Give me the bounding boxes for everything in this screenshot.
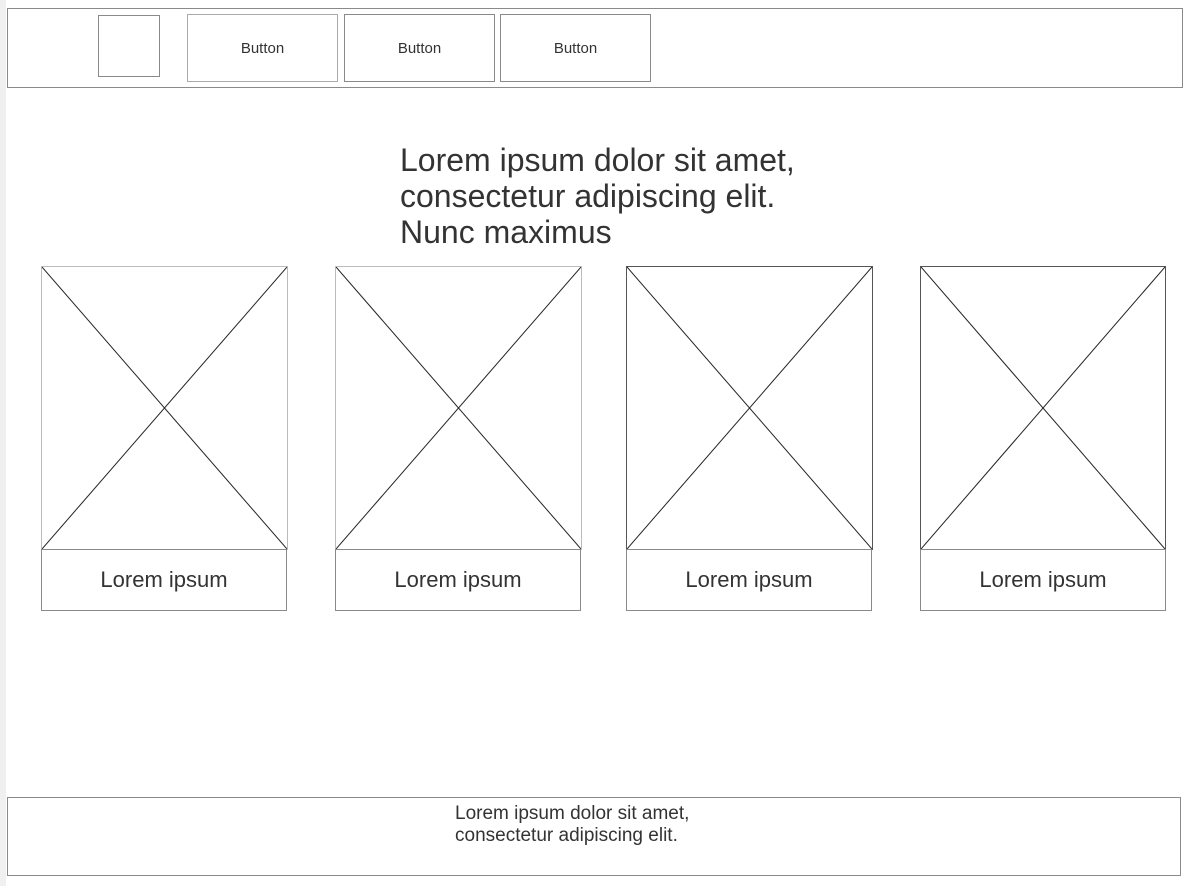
image-placeholder-icon (42, 267, 287, 549)
heading-line: consectetur adipiscing elit. (400, 178, 776, 214)
image-placeholder (626, 266, 873, 550)
footer-line: consectetur adipiscing elit. (455, 825, 678, 846)
image-placeholder-icon (921, 267, 1165, 549)
image-placeholder (920, 266, 1166, 550)
card-caption: Lorem ipsum (41, 549, 287, 611)
image-placeholder (335, 266, 582, 550)
heading-line: Nunc maximus (400, 214, 612, 250)
image-placeholder-icon (336, 267, 581, 549)
footer-text: Lorem ipsum dolor sit amet, consectetur … (455, 803, 689, 847)
card-caption: Lorem ipsum (335, 549, 581, 611)
nav-button-3[interactable]: Button (500, 14, 651, 82)
page-heading: Lorem ipsum dolor sit amet, consectetur … (400, 142, 795, 250)
image-placeholder-icon (627, 267, 872, 549)
card-caption: Lorem ipsum (920, 549, 1166, 611)
logo-placeholder (98, 15, 160, 77)
card-caption: Lorem ipsum (626, 549, 872, 611)
footer-line: Lorem ipsum dolor sit amet, (455, 803, 690, 824)
image-placeholder (41, 266, 288, 550)
heading-line: Lorem ipsum dolor sit amet, (400, 142, 795, 178)
nav-button-1[interactable]: Button (187, 14, 338, 82)
nav-button-2[interactable]: Button (344, 14, 495, 82)
